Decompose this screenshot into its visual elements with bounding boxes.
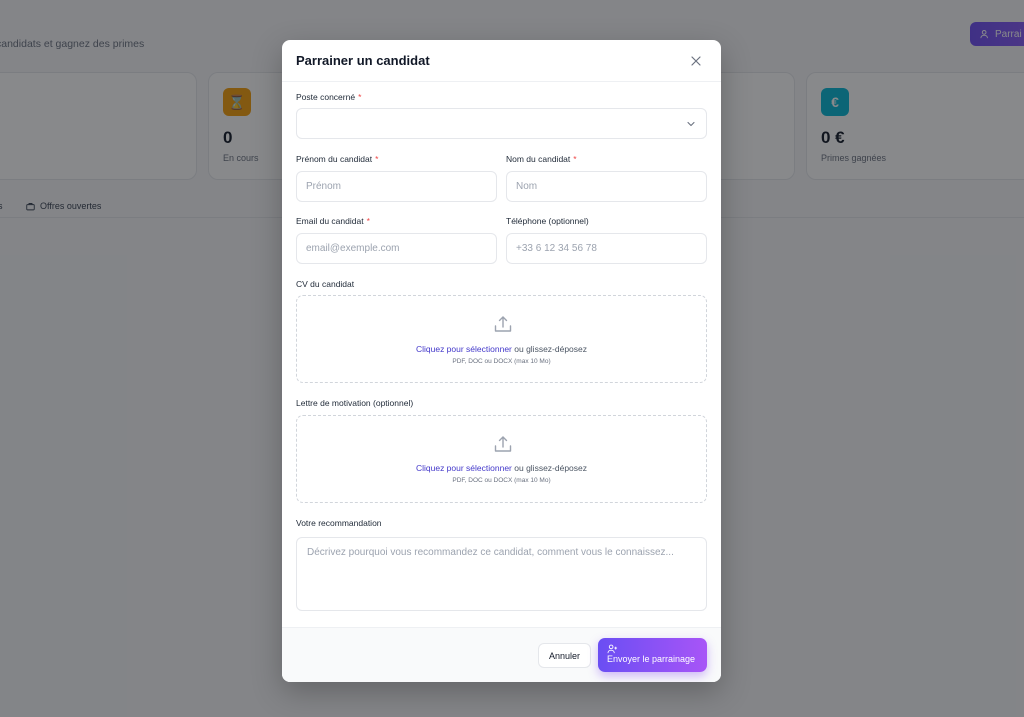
upload-icon xyxy=(494,436,512,452)
required-mark: * xyxy=(358,92,362,102)
cv-select-link[interactable]: Cliquez pour sélectionner xyxy=(416,344,512,354)
email-placeholder: email@exemple.com xyxy=(306,243,400,254)
modal-title: Parrainer un candidat xyxy=(296,53,430,68)
email-label: Email du candidat * xyxy=(296,216,370,226)
lettre-label: Lettre de motivation (optionnel) xyxy=(296,398,414,408)
lettre-dropzone-rest: ou glissez-déposez xyxy=(511,463,588,473)
required-mark: * xyxy=(375,154,379,164)
nom-label: Nom du candidat * xyxy=(506,154,577,164)
lettre-dropzone[interactable]: Cliquez pour sélectionner ou glissez-dép… xyxy=(296,415,707,503)
lettre-select-link[interactable]: Cliquez pour sélectionner xyxy=(416,463,512,473)
chevron-down-icon xyxy=(687,121,695,127)
nom-label-text: Nom du candidat xyxy=(506,154,571,164)
cv-dropzone-rest: ou glissez-déposez xyxy=(511,344,588,354)
telephone-label: Téléphone (optionnel) xyxy=(506,216,589,226)
cv-dropzone-text: Cliquez pour sélectionner ou glissez-dép… xyxy=(297,344,706,354)
nom-placeholder: Nom xyxy=(516,181,538,192)
cv-dropzone-hint: PDF, DOC ou DOCX (max 10 Mo) xyxy=(452,358,551,365)
poste-select[interactable] xyxy=(296,108,707,139)
modal-header: Parrainer un candidat xyxy=(282,40,721,82)
user-plus-icon xyxy=(607,644,618,654)
lettre-dropzone-text: Cliquez pour sélectionner ou glissez-dép… xyxy=(297,463,706,473)
required-mark: * xyxy=(366,216,370,226)
referral-modal: Parrainer un candidat Poste concerné * Pr… xyxy=(282,40,721,682)
submit-referral-button-label: Envoyer le parrainage xyxy=(607,654,696,664)
required-mark: * xyxy=(573,154,577,164)
telephone-placeholder: +33 6 12 34 56 78 xyxy=(516,243,597,254)
cv-dropzone[interactable]: Cliquez pour sélectionner ou glissez-dép… xyxy=(296,295,707,383)
nom-input[interactable]: Nom xyxy=(506,171,707,202)
prenom-input[interactable]: Prénom xyxy=(296,171,497,202)
poste-label: Poste concerné * xyxy=(296,92,361,102)
cancel-button[interactable]: Annuler xyxy=(538,643,591,668)
recommandation-label: Votre recommandation xyxy=(296,518,382,528)
recommandation-textarea[interactable]: Décrivez pourquoi vous recommandez ce ca… xyxy=(296,537,707,611)
upload-icon xyxy=(494,316,512,332)
close-button[interactable] xyxy=(688,53,704,69)
submit-referral-button[interactable]: Envoyer le parrainage xyxy=(598,638,707,672)
close-icon xyxy=(691,56,701,66)
prenom-placeholder: Prénom xyxy=(306,181,342,192)
prenom-label: Prénom du candidat * xyxy=(296,154,378,164)
prenom-label-text: Prénom du candidat xyxy=(296,154,373,164)
poste-label-text: Poste concerné xyxy=(296,92,356,102)
telephone-input[interactable]: +33 6 12 34 56 78 xyxy=(506,233,707,264)
cv-label: CV du candidat xyxy=(296,279,355,289)
email-label-text: Email du candidat xyxy=(296,216,364,226)
recommandation-placeholder: Décrivez pourquoi vous recommandez ce ca… xyxy=(307,547,674,558)
lettre-dropzone-hint: PDF, DOC ou DOCX (max 10 Mo) xyxy=(452,477,551,484)
email-input[interactable]: email@exemple.com xyxy=(296,233,497,264)
